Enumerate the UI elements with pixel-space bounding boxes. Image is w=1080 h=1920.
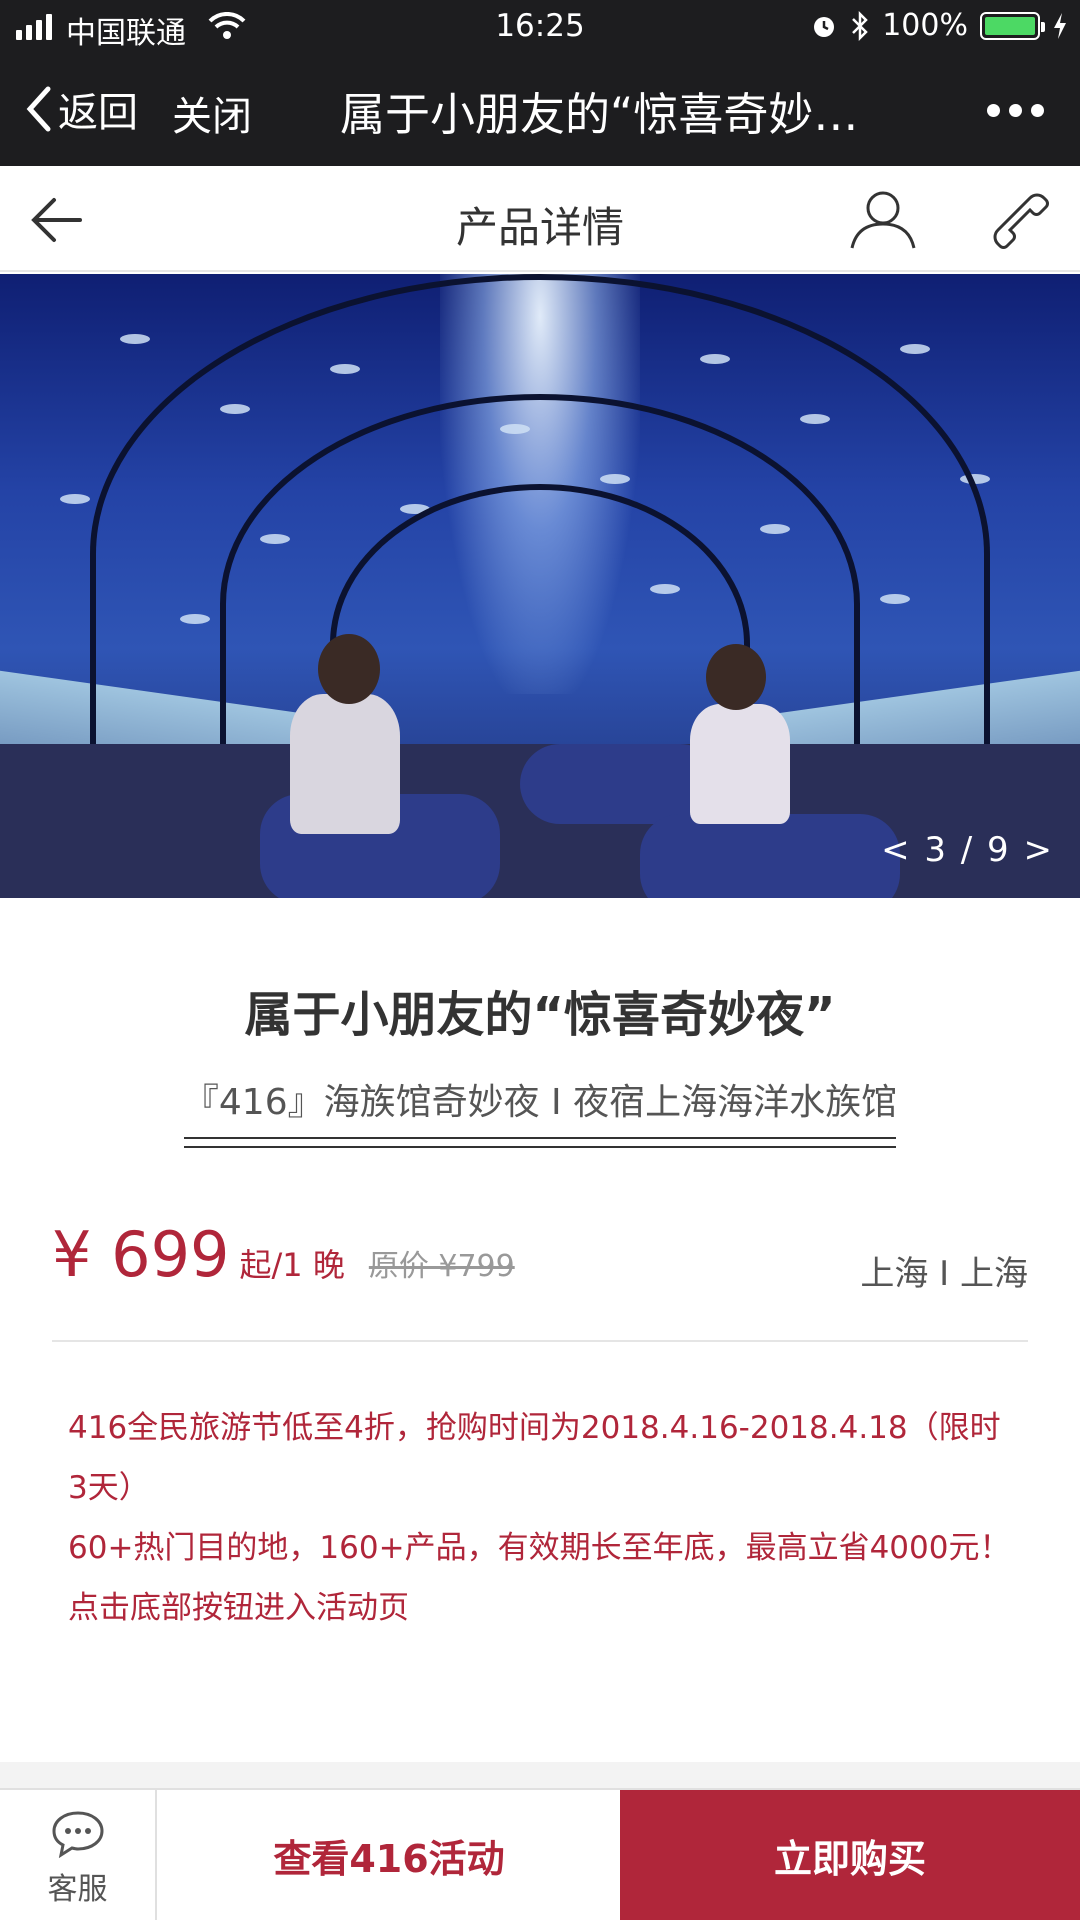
price-unit: 起/1 晚: [239, 1246, 345, 1284]
promo-text: 416全民旅游节低至4折，抢购时间为2018.4.16-2018.4.18（限时…: [68, 1398, 1018, 1638]
subtitle-underline: [184, 1137, 896, 1139]
customer-service-label: 客服: [47, 1872, 108, 1907]
image-counter[interactable]: < 3 / 9 >: [881, 830, 1054, 870]
top-bar: 中国联通 16:25 100% 返回 关闭 属于小朋友的“惊喜奇妙…: [0, 0, 1080, 166]
wechat-navbar: 返回 关闭 属于小朋友的“惊喜奇妙…: [0, 54, 1080, 166]
price-value: ¥ 699: [52, 1218, 230, 1291]
original-price: 原价 ¥799: [368, 1249, 515, 1284]
user-icon[interactable]: [848, 188, 918, 250]
back-button[interactable]: 返回: [24, 80, 138, 138]
subtitle-underline-2: [184, 1146, 896, 1148]
buy-now-button[interactable]: 立即购买: [620, 1790, 1080, 1920]
bottom-action-bar: 客服 查看416活动 立即购买: [0, 1788, 1080, 1920]
promo-line: 416全民旅游节低至4折，抢购时间为2018.4.16-2018.4.18（限时…: [68, 1410, 1001, 1506]
hero-image[interactable]: < 3 / 9 >: [0, 274, 1080, 898]
page-title: 产品详情: [455, 203, 624, 252]
close-button[interactable]: 关闭: [172, 84, 252, 142]
bluetooth-icon: [852, 10, 868, 41]
promo-line: 点击底部按钮进入活动页: [68, 1590, 409, 1626]
promo-line: 60+热门目的地，160+产品，有效期长至年底，最高立省4000元！: [68, 1530, 1011, 1566]
back-label: 返回: [58, 90, 138, 136]
chat-bubble-icon: [51, 1811, 104, 1859]
phone-icon[interactable]: [990, 190, 1052, 252]
price-block: ¥ 699 起/1 晚 原价 ¥799: [52, 1218, 515, 1291]
battery-icon: [980, 11, 1045, 40]
customer-service-button[interactable]: 客服: [0, 1790, 157, 1920]
status-bar: 中国联通 16:25 100%: [0, 0, 1080, 54]
page-header: 产品详情: [0, 166, 1080, 272]
nav-title: 属于小朋友的“惊喜奇妙…: [340, 88, 859, 141]
divider: [52, 1340, 1028, 1342]
more-icon[interactable]: [987, 104, 1044, 117]
charging-icon: [1054, 12, 1066, 39]
product-title: 属于小朋友的“惊喜奇妙夜”: [244, 987, 836, 1043]
alarm-icon: [814, 16, 835, 37]
location: 上海 I 上海: [860, 1254, 1028, 1294]
battery-percent: 100%: [882, 8, 968, 43]
status-right: 100%: [810, 8, 1068, 43]
section-gap: [0, 1762, 1080, 1788]
view-activity-button[interactable]: 查看416活动: [159, 1790, 619, 1920]
back-chevron-icon: [26, 86, 51, 132]
product-subtitle: 『416』海族馆奇妙夜 I 夜宿上海海洋水族馆: [182, 1082, 898, 1123]
